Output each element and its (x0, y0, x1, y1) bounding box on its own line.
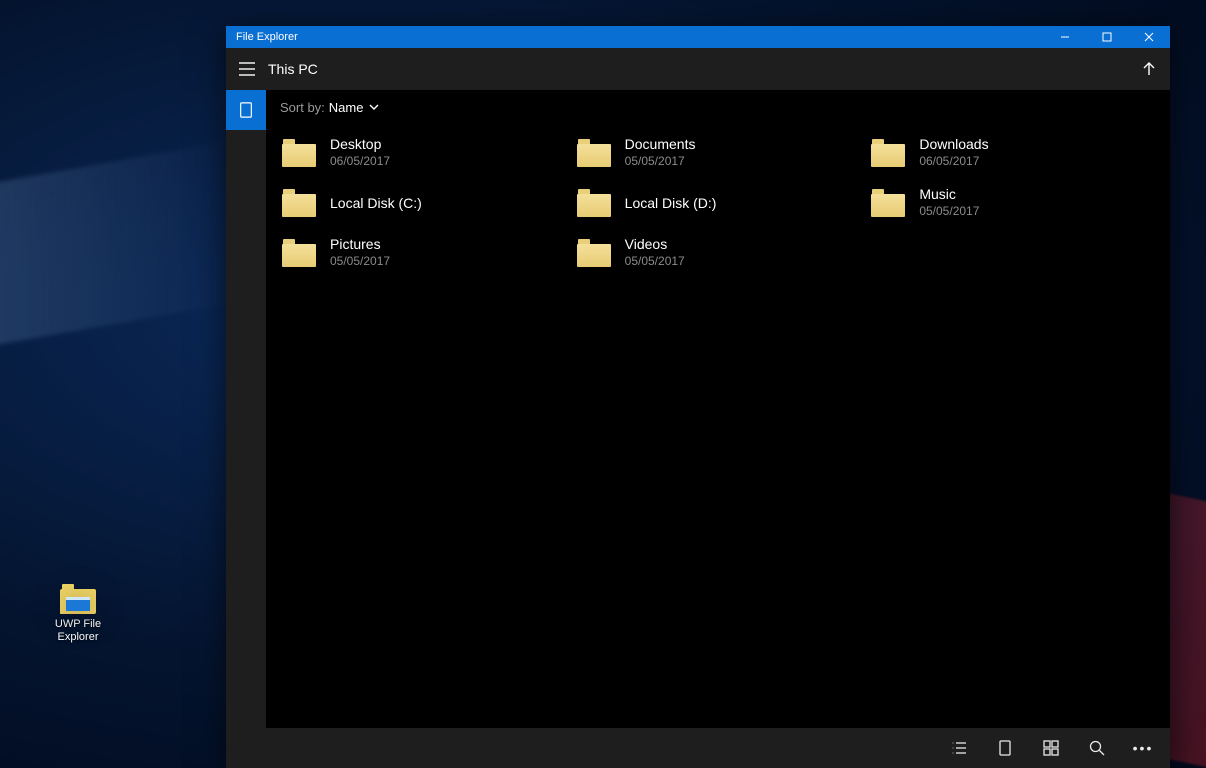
item-grid: Desktop06/05/2017Documents05/05/2017Down… (266, 124, 1170, 728)
hamburger-button[interactable] (226, 48, 268, 90)
details-list-icon (950, 739, 968, 757)
sort-by-value: Name (329, 100, 364, 115)
close-button[interactable] (1128, 26, 1170, 48)
folder-name: Desktop (330, 136, 390, 153)
folder-date: 05/05/2017 (919, 203, 979, 220)
sort-by-control[interactable]: Sort by: Name (266, 90, 1170, 124)
folder-name: Videos (625, 236, 685, 253)
titlebar[interactable]: File Explorer (226, 26, 1170, 48)
folder-name: Local Disk (C:) (330, 195, 422, 212)
folder-name: Pictures (330, 236, 390, 253)
folder-icon (282, 189, 316, 217)
up-arrow-icon (1141, 61, 1157, 77)
header-bar: This PC (226, 48, 1170, 90)
grid-view-button[interactable] (1028, 728, 1074, 768)
minimize-button[interactable] (1044, 26, 1086, 48)
folder-item[interactable]: Music05/05/2017 (867, 178, 1158, 228)
file-explorer-window: File Explorer This PC Sort by: (226, 26, 1170, 768)
ellipsis-icon: ••• (1133, 740, 1154, 756)
location-title: This PC (268, 61, 318, 77)
folder-icon (871, 139, 905, 167)
folder-name: Local Disk (D:) (625, 195, 717, 212)
hamburger-icon (238, 62, 256, 76)
folder-date: 06/05/2017 (330, 153, 390, 170)
folder-date: 05/05/2017 (330, 253, 390, 270)
content-area: Sort by: Name Desktop06/05/2017Documents… (266, 90, 1170, 728)
folder-name: Downloads (919, 136, 988, 153)
desktop-shortcut-label: UWP File Explorer (55, 618, 101, 644)
maximize-button[interactable] (1086, 26, 1128, 48)
chevron-down-icon (369, 102, 379, 112)
grid-icon (1042, 739, 1060, 757)
folder-name: Documents (625, 136, 696, 153)
footer-bar: ••• (226, 728, 1170, 768)
sort-by-label: Sort by: (280, 100, 325, 115)
folder-date: 05/05/2017 (625, 253, 685, 270)
sidebar (226, 90, 266, 728)
maximize-icon (1102, 32, 1112, 42)
folder-item[interactable]: Videos05/05/2017 (573, 228, 864, 278)
folder-icon (577, 139, 611, 167)
more-button[interactable]: ••• (1120, 728, 1166, 768)
minimize-icon (1060, 32, 1070, 42)
tiles-view-button[interactable] (982, 728, 1028, 768)
sidebar-device-button[interactable] (226, 90, 266, 130)
tablet-icon (239, 102, 253, 118)
close-icon (1144, 32, 1154, 42)
folder-item[interactable]: Downloads06/05/2017 (867, 128, 1158, 178)
search-icon (1088, 739, 1106, 757)
folder-icon (871, 189, 905, 217)
folder-item[interactable]: Documents05/05/2017 (573, 128, 864, 178)
folder-icon (577, 189, 611, 217)
search-button[interactable] (1074, 728, 1120, 768)
window-title: File Explorer (226, 31, 1044, 43)
portrait-rect-icon (996, 739, 1014, 757)
folder-item[interactable]: Local Disk (D:) (573, 178, 864, 228)
folder-item[interactable]: Pictures05/05/2017 (278, 228, 569, 278)
folder-icon (577, 239, 611, 267)
desktop-shortcut-uwp-file-explorer[interactable]: ↗ UWP File Explorer (38, 584, 118, 644)
folder-icon (282, 239, 316, 267)
details-view-button[interactable] (936, 728, 982, 768)
folder-item[interactable]: Local Disk (C:) (278, 178, 569, 228)
up-button[interactable] (1128, 48, 1170, 90)
folder-item[interactable]: Desktop06/05/2017 (278, 128, 569, 178)
file-explorer-icon: ↗ (60, 584, 96, 614)
folder-date: 06/05/2017 (919, 153, 988, 170)
folder-icon (282, 139, 316, 167)
folder-name: Music (919, 186, 979, 203)
folder-date: 05/05/2017 (625, 153, 696, 170)
